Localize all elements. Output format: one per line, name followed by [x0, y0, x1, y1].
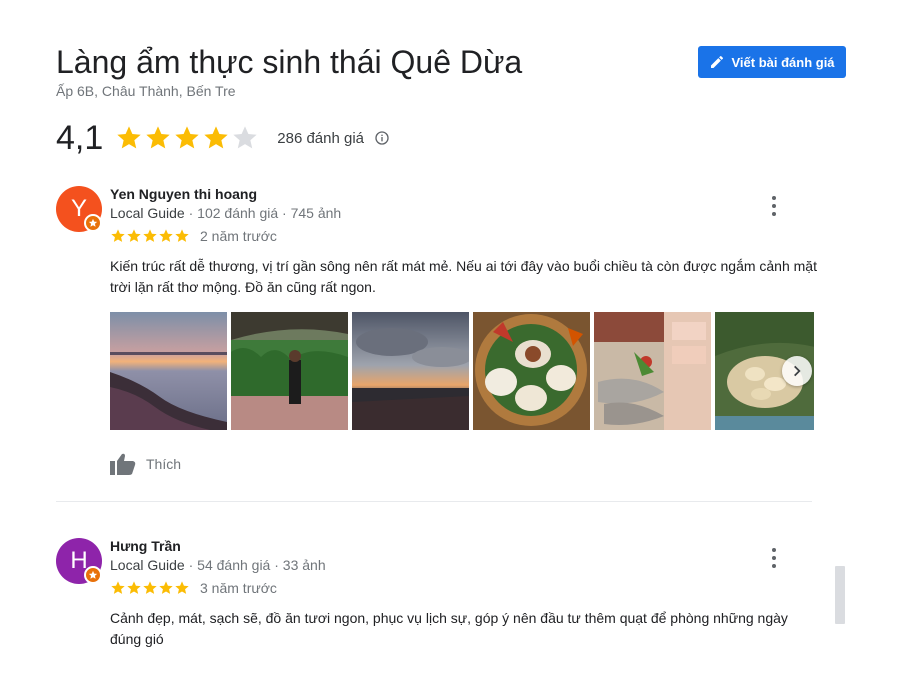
star-filled-icon	[111, 581, 125, 594]
reviewer-name[interactable]: Yen Nguyen thi hoang	[110, 186, 257, 202]
thumbs-up-icon	[110, 453, 136, 475]
review-rating: 2 năm trước	[110, 228, 277, 244]
review-date: 2 năm trước	[200, 228, 277, 244]
review-photo[interactable]	[231, 312, 348, 430]
star-filled-icon	[117, 126, 141, 149]
star-filled-icon	[127, 581, 141, 594]
star-filled-icon	[175, 581, 189, 594]
like-button[interactable]: Thích	[110, 452, 181, 476]
review-photos	[110, 312, 814, 430]
review-stars	[110, 580, 190, 596]
local-guide-badge-icon	[84, 566, 102, 584]
review-photo[interactable]	[473, 312, 590, 430]
star-empty-icon	[233, 126, 257, 149]
review-photo[interactable]	[352, 312, 469, 430]
pencil-icon	[711, 55, 724, 68]
rating-value: 4,1	[56, 118, 104, 157]
review-text: Kiến trúc rất dễ thương, vị trí gần sông…	[110, 258, 817, 295]
review-card: Y Yen Nguyen thi hoang Local Guide · 102…	[56, 186, 817, 486]
local-guide-badge-icon	[84, 214, 102, 232]
star-filled-icon	[175, 229, 189, 242]
review-photo[interactable]	[594, 312, 711, 430]
star-filled-icon	[159, 229, 173, 242]
reviewer-name[interactable]: Hưng Trần	[110, 538, 181, 554]
grilled-shrimp-photo	[594, 312, 711, 430]
write-review-label: Viết bài đánh giá	[731, 54, 835, 70]
local-guide-label: Local Guide	[110, 557, 185, 573]
reviewer-stats: · 54 đánh giá · 33 ảnh	[184, 557, 326, 573]
review-rating: 3 năm trước	[110, 580, 277, 596]
local-guide-label: Local Guide	[110, 205, 185, 221]
scrollbar[interactable]	[835, 566, 845, 624]
more-options-icon[interactable]	[768, 196, 780, 216]
sunset-river-photo	[110, 312, 227, 430]
place-address: Ấp 6B, Châu Thành, Bến Tre	[56, 83, 236, 99]
review-divider	[56, 501, 812, 502]
review-text: Cảnh đẹp, mát, sạch sẽ, đồ ăn tươi ngon,…	[110, 610, 788, 647]
like-label: Thích	[146, 456, 182, 472]
review-stars	[110, 228, 190, 244]
rating-stars	[115, 124, 259, 152]
place-title: Làng ẩm thực sinh thái Quê Dừa	[56, 44, 523, 80]
review-count[interactable]: 286 đánh giá	[277, 130, 364, 147]
cloudy-sunset-photo	[352, 312, 469, 430]
reviewer-meta: Local Guide · 102 đánh giá · 745 ảnh	[110, 205, 341, 221]
rating-summary: 4,1 286 đánh giá	[56, 116, 390, 160]
food-platter-photo	[473, 312, 590, 430]
info-icon[interactable]	[374, 130, 390, 146]
star-filled-icon	[127, 229, 141, 242]
star-filled-icon	[111, 229, 125, 242]
star-filled-icon	[146, 126, 170, 149]
review-date: 3 năm trước	[200, 580, 277, 596]
star-filled-icon	[143, 229, 157, 242]
star-filled-icon	[159, 581, 173, 594]
star-filled-icon	[175, 126, 199, 149]
star-filled-icon	[204, 126, 228, 149]
more-options-icon[interactable]	[768, 548, 780, 568]
star-filled-icon	[143, 581, 157, 594]
chevron-right-icon	[794, 365, 801, 377]
review-card: H Hưng Trần Local Guide · 54 đánh giá · …	[56, 538, 816, 668]
write-review-button[interactable]: Viết bài đánh giá	[698, 46, 846, 78]
garden-woman-photo	[231, 312, 348, 430]
review-photo[interactable]	[110, 312, 227, 430]
reviewer-meta: Local Guide · 54 đánh giá · 33 ảnh	[110, 557, 326, 573]
reviewer-stats: · 102 đánh giá · 745 ảnh	[184, 205, 342, 221]
next-photos-button[interactable]	[782, 356, 812, 386]
